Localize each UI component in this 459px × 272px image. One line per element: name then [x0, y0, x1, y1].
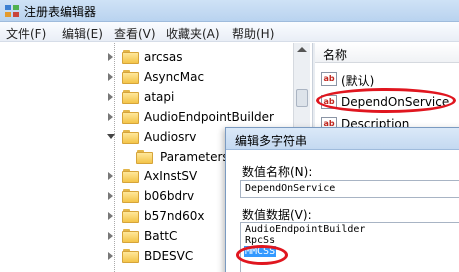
tree-item-label: Parameters	[160, 150, 229, 164]
value-data-label: 数值数据(V):	[242, 208, 312, 222]
expand-arrow-icon[interactable]	[108, 172, 113, 180]
expand-arrow-icon[interactable]	[108, 212, 113, 220]
value-name: (默认)	[341, 74, 375, 88]
expand-arrow-icon[interactable]	[108, 73, 113, 81]
folder-icon	[122, 50, 140, 64]
folder-icon	[122, 110, 140, 124]
collapse-arrow-icon[interactable]	[107, 134, 115, 139]
tree-item-atapi[interactable]: atapi	[104, 88, 294, 106]
folder-icon	[136, 150, 154, 164]
folder-icon	[122, 90, 140, 104]
window-title: 注册表编辑器	[24, 5, 97, 19]
registry-editor-icon	[5, 5, 19, 17]
title-bar: 注册表编辑器	[0, 0, 459, 22]
annotation-ellipse-mmcss	[236, 245, 288, 265]
expand-arrow-icon[interactable]	[108, 252, 113, 260]
scroll-up-arrow-icon[interactable]	[297, 47, 307, 52]
tree-item-label: BattC	[144, 229, 178, 243]
folder-icon	[122, 189, 140, 203]
folder-icon	[122, 249, 140, 263]
tree-item-label: atapi	[144, 90, 175, 104]
scrollbar-thumb[interactable]	[296, 89, 308, 107]
expand-arrow-icon[interactable]	[108, 93, 113, 101]
folder-icon	[122, 209, 140, 223]
menu-view[interactable]: 查看(V)	[114, 25, 156, 42]
value-data-line: AudioEndpointBuilder	[245, 224, 366, 235]
menu-edit[interactable]: 编辑(E)	[62, 25, 103, 42]
tree-item-label: BDESVC	[144, 249, 194, 263]
menu-help[interactable]: 帮助(H)	[232, 25, 274, 42]
folder-icon	[122, 70, 140, 84]
dialog-title-bar[interactable]: 编辑多字符串	[226, 128, 459, 150]
folder-open-icon	[122, 130, 140, 144]
column-header-name[interactable]: 名称	[315, 43, 459, 63]
tree-item-label: AudioEndpointBuilder	[144, 110, 274, 124]
expand-arrow-icon[interactable]	[108, 113, 113, 121]
tree-item-label: AsyncMac	[144, 70, 205, 84]
string-value-icon: ab	[321, 72, 337, 86]
folder-icon	[122, 229, 140, 243]
tree-item-label: Audiosrv	[144, 130, 197, 144]
tree-item-asyncmac[interactable]: AsyncMac	[104, 68, 294, 86]
tree-item-label: b06bdrv	[144, 189, 195, 203]
annotation-ellipse-dependonservice	[316, 88, 456, 113]
tree-item-audioendpointbuilder[interactable]: AudioEndpointBuilder	[104, 108, 294, 126]
tree-item-label: b57nd60x	[144, 209, 205, 223]
value-name-field[interactable]: DependOnService	[240, 180, 459, 198]
folder-icon	[122, 169, 140, 183]
menu-bar: 文件(F) 编辑(E) 查看(V) 收藏夹(A) 帮助(H)	[0, 22, 459, 42]
value-name-text: DependOnService	[245, 183, 336, 194]
value-row-default[interactable]: ab (默认)	[315, 70, 459, 88]
dialog-title: 编辑多字符串	[235, 134, 308, 148]
tree-item-arcsas[interactable]: arcsas	[104, 48, 294, 66]
value-name-label: 数值名称(N):	[242, 165, 313, 179]
column-header-label: 名称	[323, 48, 348, 62]
tree-item-label: AxInstSV	[144, 169, 198, 183]
tree-item-label: arcsas	[144, 50, 183, 64]
expand-arrow-icon[interactable]	[108, 232, 113, 240]
expand-arrow-icon[interactable]	[108, 53, 113, 61]
menu-file[interactable]: 文件(F)	[6, 25, 46, 42]
menu-favorites[interactable]: 收藏夹(A)	[166, 25, 220, 42]
expand-arrow-icon[interactable]	[108, 192, 113, 200]
